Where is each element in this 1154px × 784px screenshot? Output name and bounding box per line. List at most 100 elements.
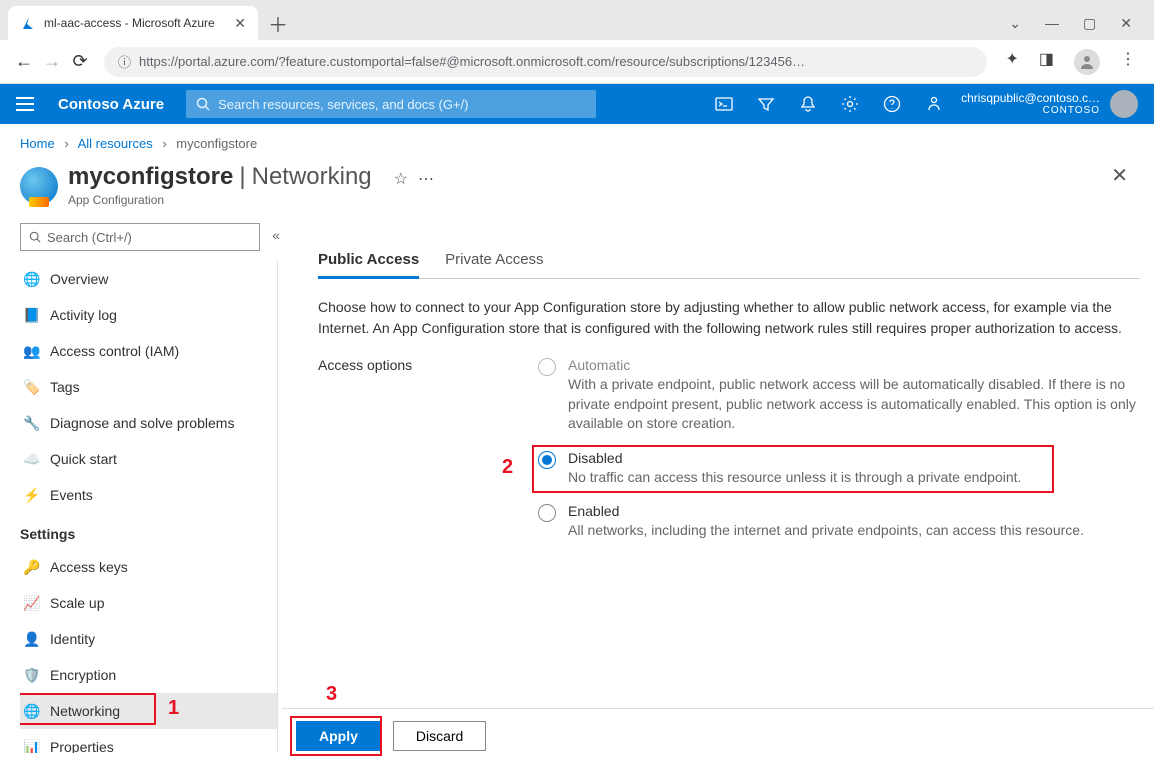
address-bar[interactable]: ⓘ https://portal.azure.com/?feature.cust… [104, 47, 987, 77]
menu-search-placeholder: Search (Ctrl+/) [47, 230, 132, 245]
tab-row: Public Access Private Access [318, 251, 1140, 279]
menu-label: Events [50, 487, 93, 503]
tag-icon: 🏷️ [24, 379, 40, 395]
tab-private-access[interactable]: Private Access [445, 251, 543, 278]
notifications-icon[interactable] [799, 95, 817, 113]
portal-brand[interactable]: Contoso Azure [58, 96, 164, 113]
back-button[interactable]: ← [10, 51, 38, 72]
radio-desc: With a private endpoint, public network … [568, 375, 1140, 434]
extensions-icon[interactable]: ✦ [1005, 49, 1018, 75]
menu-scale-up[interactable]: 📈 Scale up [20, 585, 277, 621]
global-search-input[interactable]: Search resources, services, and docs (G+… [186, 90, 596, 118]
site-info-icon[interactable]: ⓘ [118, 52, 131, 71]
reload-button[interactable]: ⟳ [66, 51, 94, 72]
menu-tags[interactable]: 🏷️Tags [20, 369, 277, 405]
menu-label: Identity [50, 631, 95, 647]
annotation-number-3: 3 [326, 683, 337, 706]
radio-enabled[interactable]: Enabled All networks, including the inte… [538, 503, 1140, 541]
menu-label: Overview [50, 271, 108, 287]
help-icon[interactable] [883, 95, 901, 113]
menu-identity[interactable]: 👤Identity [20, 621, 277, 657]
resource-type: App Configuration [68, 193, 434, 207]
radio-title: Enabled [568, 503, 1084, 519]
user-account-button[interactable]: chrisqpublic@contoso.c… CONTOSO [961, 91, 1100, 117]
wrench-icon: 🔧 [24, 415, 40, 431]
new-tab-button[interactable]: ＋ [268, 9, 288, 38]
menu-events[interactable]: ⚡ Events [20, 477, 277, 513]
feedback-icon[interactable] [925, 95, 943, 113]
menu-access-keys[interactable]: 🔑 Access keys [20, 549, 277, 585]
settings-icon[interactable] [841, 95, 859, 113]
breadcrumb-all-resources[interactable]: All resources [78, 136, 153, 151]
menu-label: Activity log [50, 307, 117, 323]
resource-menu[interactable]: 🌐 Overview 📘Activity log 👥 Access control … [20, 261, 278, 753]
page-title: myconfigstore [68, 163, 233, 191]
menu-section-settings: Settings [20, 519, 277, 549]
menu-access-control[interactable]: 👥 Access control (IAM) [20, 333, 277, 369]
favorite-icon[interactable]: ☆ [394, 169, 408, 189]
user-tenant: CONTOSO [961, 105, 1100, 117]
menu-activity-log[interactable]: 📘Activity log [20, 297, 277, 333]
menu-encryption[interactable]: 🛡️Encryption [20, 657, 277, 693]
globe-icon: 🌐 [24, 271, 40, 287]
cloud-shell-icon[interactable] [715, 95, 733, 113]
breadcrumb-current: myconfigstore [176, 136, 257, 151]
search-icon [29, 231, 41, 243]
window-maximize-icon[interactable]: ▢ [1083, 15, 1096, 32]
breadcrumb: Home › All resources › myconfigstore [0, 124, 1154, 159]
bolt-icon: ⚡ [24, 487, 40, 503]
url-text: https://portal.azure.com/?feature.custom… [139, 54, 805, 69]
filter-icon[interactable] [757, 95, 775, 113]
discard-button[interactable]: Discard [393, 721, 486, 751]
window-caret-icon[interactable]: ⌄ [1009, 15, 1021, 32]
radio-desc: All networks, including the internet and… [568, 521, 1084, 541]
radio-enabled-input[interactable] [538, 504, 556, 522]
radio-disabled-input[interactable] [538, 451, 556, 469]
apply-button[interactable]: Apply [296, 721, 381, 751]
window-close-icon[interactable]: ✕ [1120, 15, 1132, 32]
props-icon: 📊 [24, 739, 40, 753]
search-icon [196, 97, 210, 111]
more-icon[interactable]: ⋯ [418, 169, 434, 189]
shield-icon: 🛡️ [24, 667, 40, 683]
people-icon: 👥 [24, 343, 40, 359]
collapse-menu-icon[interactable]: « [272, 227, 280, 243]
menu-label: Quick start [50, 451, 117, 467]
user-avatar[interactable] [1110, 90, 1138, 118]
forward-button[interactable]: → [38, 51, 66, 72]
tab-title: ml-aac-access - Microsoft Azure [44, 16, 226, 30]
menu-label: Access keys [50, 559, 128, 575]
tab-close-icon[interactable]: ✕ [234, 15, 246, 32]
radio-disabled[interactable]: Disabled No traffic can access this reso… [538, 450, 1140, 488]
access-options-label: Access options [318, 357, 538, 541]
radio-title: Automatic [568, 357, 1140, 373]
window-minimize-icon[interactable]: — [1045, 15, 1059, 32]
chart-icon: 📈 [24, 595, 40, 611]
menu-label: Access control (IAM) [50, 343, 179, 359]
menu-search-input[interactable]: Search (Ctrl+/) [20, 223, 260, 251]
hamburger-menu-icon[interactable] [14, 93, 36, 115]
menu-quick-start[interactable]: ☁️Quick start [20, 441, 277, 477]
annotation-number-2: 2 [502, 456, 513, 479]
menu-overview[interactable]: 🌐 Overview [20, 261, 277, 297]
kebab-menu-icon[interactable]: ⋮ [1120, 49, 1136, 75]
menu-label: Scale up [50, 595, 104, 611]
menu-properties[interactable]: 📊Properties [20, 729, 277, 753]
panel-icon[interactable]: ◨ [1039, 49, 1054, 75]
annotation-number-1: 1 [168, 697, 179, 720]
browser-tab[interactable]: ml-aac-access - Microsoft Azure ✕ [8, 6, 258, 40]
close-blade-icon[interactable]: ✕ [1111, 163, 1134, 188]
page-section: Networking [252, 163, 372, 191]
browser-tab-bar: ml-aac-access - Microsoft Azure ✕ ＋ ⌄ — … [0, 0, 1154, 40]
key-icon: 🔑 [24, 559, 40, 575]
tab-public-access[interactable]: Public Access [318, 251, 419, 279]
description-text: Choose how to connect to your App Config… [318, 297, 1140, 339]
user-email: chrisqpublic@contoso.c… [961, 91, 1100, 105]
menu-networking[interactable]: 🌐Networking [20, 693, 277, 729]
menu-label: Networking [50, 703, 120, 719]
profile-icon[interactable] [1074, 49, 1100, 75]
menu-diagnose[interactable]: 🔧Diagnose and solve problems [20, 405, 277, 441]
breadcrumb-home[interactable]: Home [20, 136, 55, 151]
azure-favicon [20, 15, 36, 31]
resource-icon [20, 167, 58, 205]
